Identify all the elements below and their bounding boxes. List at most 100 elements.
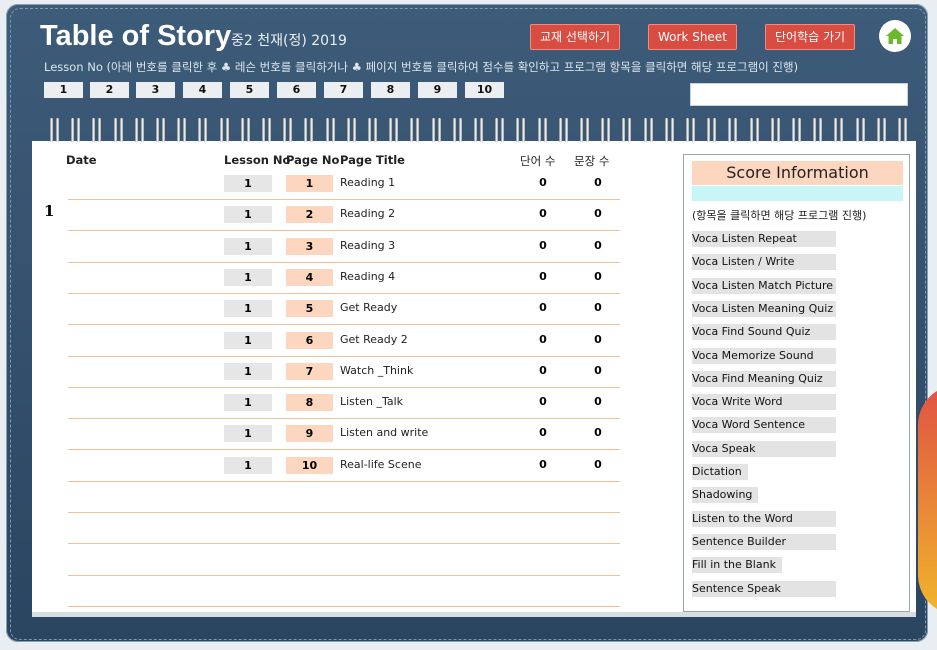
- page-title-cell[interactable]: Get Ready: [340, 301, 397, 314]
- lesson-number-10[interactable]: 10: [465, 82, 504, 98]
- word-count-cell: 0: [539, 238, 547, 252]
- page-title-cell[interactable]: Reading 4: [340, 270, 395, 283]
- lesson-no-cell[interactable]: 1: [224, 300, 272, 318]
- lesson-no-cell[interactable]: 1: [224, 331, 272, 349]
- binder-ring: [776, 118, 780, 142]
- page-no-cell[interactable]: 7: [286, 362, 333, 380]
- lesson-number-2[interactable]: 2: [90, 82, 129, 98]
- lesson-no-cell[interactable]: 1: [224, 175, 272, 192]
- score-item[interactable]: Sentence Builder: [692, 533, 836, 550]
- binder-ring: [558, 118, 562, 142]
- binder-ring: [813, 118, 817, 142]
- decorative-arc: [918, 385, 937, 615]
- binder-ring: [162, 118, 165, 142]
- row-divider: [68, 418, 620, 420]
- sentence-count-cell: 0: [594, 332, 602, 346]
- sentence-count-cell: 0: [594, 395, 602, 409]
- score-panel-title: Score Information: [692, 161, 903, 185]
- home-button[interactable]: [879, 20, 911, 52]
- page-title-cell[interactable]: Listen _Talk: [340, 395, 403, 408]
- word-count-cell: 0: [539, 457, 547, 471]
- worksheet-button[interactable]: Work Sheet: [648, 24, 737, 50]
- word-count-cell: 0: [539, 301, 547, 315]
- score-item[interactable]: Voca Listen Meaning Quiz: [692, 300, 836, 317]
- score-item[interactable]: Voca Speak: [692, 440, 836, 457]
- lesson-number-8[interactable]: 8: [371, 82, 410, 98]
- binder-ring: [310, 118, 314, 142]
- score-item[interactable]: Voca Find Meaning Quiz: [692, 370, 836, 387]
- lesson-no-cell[interactable]: 1: [224, 456, 272, 474]
- lesson-number-5[interactable]: 5: [230, 82, 269, 98]
- binder-ring: [770, 118, 774, 142]
- page-title-cell[interactable]: Reading 1: [340, 176, 395, 189]
- score-item[interactable]: Voca Write Word: [692, 394, 836, 411]
- score-item[interactable]: Voca Memorize Sound: [692, 347, 836, 364]
- sentence-count-cell: 0: [594, 238, 602, 252]
- lesson-no-cell[interactable]: 1: [224, 362, 272, 380]
- lesson-number-7[interactable]: 7: [324, 82, 363, 98]
- lesson-number-6[interactable]: 6: [277, 82, 316, 98]
- page-title-cell[interactable]: Listen and write: [340, 426, 428, 439]
- row-divider: [68, 605, 620, 607]
- page-bottom-edge: [32, 612, 916, 617]
- word-count-cell: 0: [539, 269, 547, 283]
- binder-ring: [480, 118, 483, 142]
- binder-ring: [50, 118, 53, 142]
- binder-ring: [134, 118, 138, 142]
- binder-ring: [113, 118, 117, 142]
- sentence-count-cell: 0: [594, 207, 602, 221]
- lesson-no-cell[interactable]: 1: [224, 394, 272, 412]
- lesson-number-4[interactable]: 4: [183, 82, 222, 98]
- binder-ring: [728, 118, 732, 142]
- search-input[interactable]: [690, 83, 908, 106]
- page-no-cell[interactable]: 3: [286, 237, 333, 255]
- page-no-cell[interactable]: 9: [286, 425, 333, 443]
- score-item[interactable]: Voca Listen Match Picture: [692, 277, 836, 294]
- lesson-number-1[interactable]: 1: [44, 82, 83, 98]
- lesson-no-cell[interactable]: 1: [224, 268, 272, 286]
- binder-ring: [219, 118, 223, 142]
- row-divider: [68, 574, 620, 576]
- sentence-count-cell: 0: [594, 301, 602, 315]
- vocabulary-study-button[interactable]: 단어학습 가기: [765, 24, 856, 50]
- score-item[interactable]: Voca Find Sound Quiz: [692, 324, 836, 341]
- score-item[interactable]: Sentence Speak: [692, 580, 836, 597]
- binder-ring: [289, 118, 293, 142]
- binder-ring: [522, 118, 526, 142]
- header-page-no: Page No: [286, 153, 340, 167]
- header-date: Date: [66, 153, 97, 167]
- page-title-cell[interactable]: Reading 2: [340, 207, 395, 220]
- page-title-cell[interactable]: Get Ready 2: [340, 333, 408, 346]
- lesson-no-cell[interactable]: 1: [224, 237, 272, 255]
- lesson-number-3[interactable]: 3: [136, 82, 175, 98]
- page-no-cell[interactable]: 5: [286, 300, 333, 318]
- page-no-cell[interactable]: 6: [286, 331, 333, 349]
- page-no-cell[interactable]: 4: [286, 268, 333, 286]
- binder-ring: [586, 118, 589, 142]
- score-item[interactable]: Dictation: [692, 464, 748, 480]
- header-lesson-no: Lesson No: [224, 153, 291, 167]
- page-title-cell[interactable]: Real-life Scene: [340, 458, 421, 471]
- binder-ring: [622, 118, 626, 142]
- score-item[interactable]: Voca Listen / Write: [692, 254, 836, 271]
- score-item[interactable]: Shadowing: [692, 487, 759, 504]
- page-no-cell[interactable]: 2: [286, 206, 333, 224]
- score-item[interactable]: Listen to the Word: [692, 510, 836, 527]
- score-item[interactable]: Fill in the Blank: [692, 557, 782, 574]
- binder-ring: [98, 118, 102, 142]
- page-title-cell[interactable]: Watch _Think: [340, 364, 413, 377]
- score-item[interactable]: Voca Listen Repeat: [692, 231, 836, 247]
- lesson-no-cell[interactable]: 1: [224, 425, 272, 443]
- page-no-cell[interactable]: 10: [286, 456, 333, 474]
- header-page-title: Page Title: [340, 153, 405, 167]
- page-no-cell[interactable]: 1: [286, 175, 333, 192]
- lesson-no-cell[interactable]: 1: [224, 206, 272, 224]
- row-divider: [68, 230, 620, 232]
- select-textbook-button[interactable]: 교재 선택하기: [530, 24, 621, 50]
- row-divider: [68, 543, 620, 545]
- binder-ring: [686, 118, 689, 142]
- page-no-cell[interactable]: 8: [286, 394, 333, 412]
- lesson-number-9[interactable]: 9: [418, 82, 457, 98]
- page-title-cell[interactable]: Reading 3: [340, 239, 395, 252]
- score-item[interactable]: Voca Word Sentence: [692, 417, 836, 434]
